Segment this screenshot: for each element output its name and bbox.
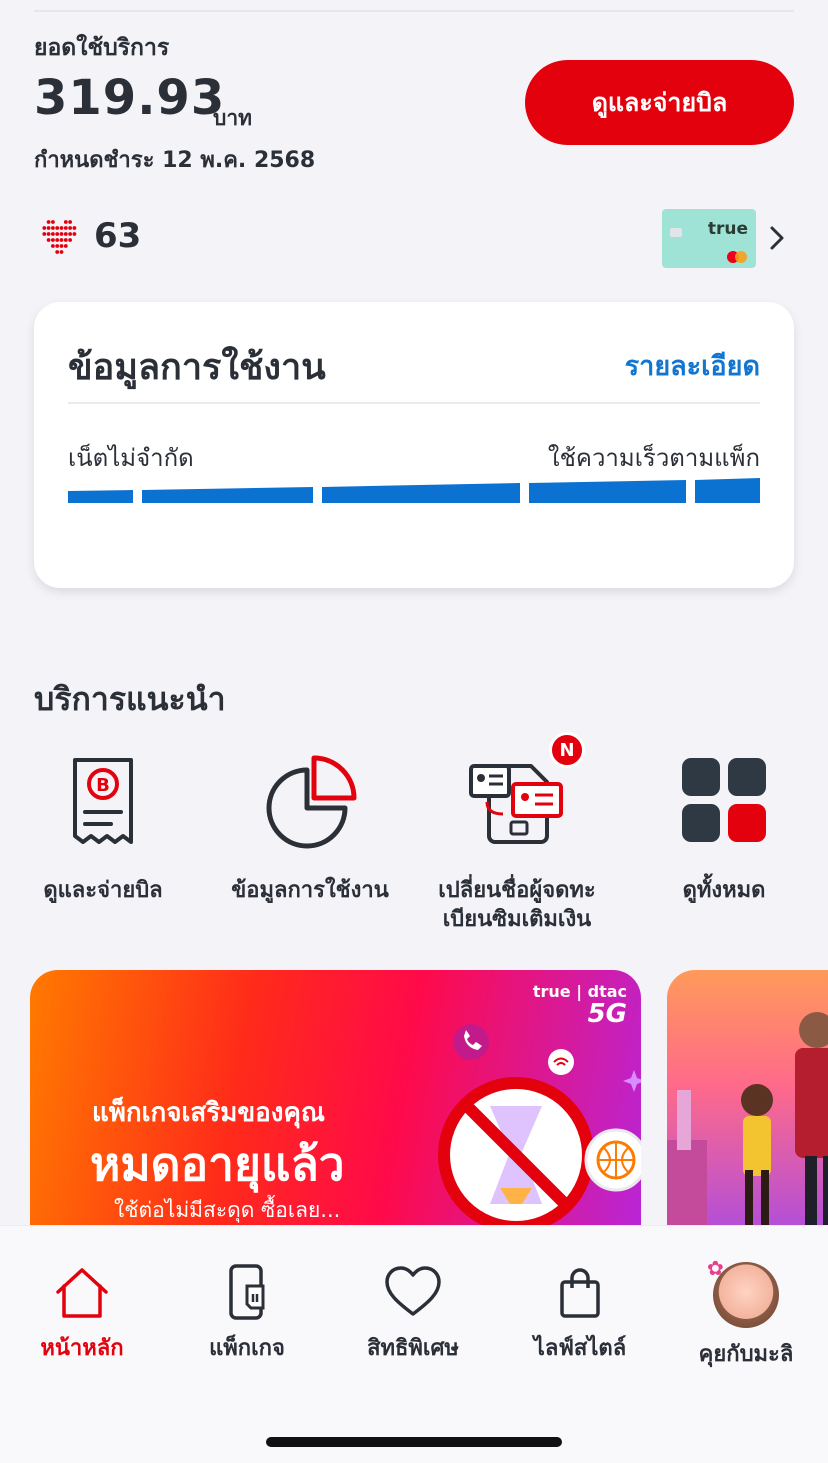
bottom-tab-bar: หน้าหลัก แพ็กเกจ สิทธิพิเศษ ไลฟ์สไตล์ ✿ … xyxy=(0,1225,828,1463)
banner-line1: แพ็กเกจเสริมของคุณ xyxy=(92,1098,325,1128)
tab-lifestyle[interactable]: ไลฟ์สไตล์ xyxy=(500,1262,660,1365)
new-badge: N xyxy=(549,732,585,768)
points-value[interactable]: 63 xyxy=(94,216,141,256)
mastercard-icon xyxy=(727,251,749,263)
bill-unit: บาท xyxy=(213,106,252,130)
service-transfer-sim-owner[interactable]: N เปลี่ยนชื่อผู้จดทะ เบียนซิมเติมเงิน xyxy=(417,732,617,934)
tab-label: สิทธิพิเศษ xyxy=(367,1336,459,1361)
tab-label: คุยกับมะลิ xyxy=(698,1342,794,1367)
promo-banner-travel[interactable] xyxy=(667,970,828,1225)
banner-subline: ใช้ต่อไม่มีสะดุด ซื้อเลย... xyxy=(114,1198,341,1222)
heart-icon xyxy=(385,1266,441,1316)
service-view-pay-bill[interactable]: B ดูและจ่ายบิล xyxy=(3,752,203,905)
usage-speed-label: ใช้ความเร็วตามแพ็ก xyxy=(547,444,760,472)
home-icon xyxy=(56,1268,108,1318)
usage-card: ข้อมูลการใช้งาน รายละเอียด เน็ตไม่จำกัด … xyxy=(34,302,794,588)
usage-detail-link[interactable]: รายละเอียด xyxy=(625,344,760,387)
service-label: ข้อมูลการใช้งาน xyxy=(231,878,389,903)
tab-label: หน้าหลัก xyxy=(40,1336,124,1361)
grid-all-icon xyxy=(682,758,766,842)
tab-label: ไลฟ์สไตล์ xyxy=(533,1336,627,1361)
tab-home[interactable]: หน้าหลัก xyxy=(2,1262,162,1365)
usage-divider xyxy=(68,402,760,404)
promo-banner-addon-expired[interactable]: true | dtac 5G แพ็กเกจเสริมของคุณ หมดอาย… xyxy=(30,970,641,1225)
service-label: เปลี่ยนชื่อผู้จดทะ เบียนซิมเติมเงิน xyxy=(438,878,596,932)
service-view-all[interactable]: ดูทั้งหมด xyxy=(624,752,824,905)
service-label: ดูและจ่ายบิล xyxy=(43,878,163,903)
usage-title: ข้อมูลการใช้งาน xyxy=(68,347,326,388)
banner-headline: หมดอายุแล้ว xyxy=(90,1137,345,1191)
transfer-sim-owner-icon xyxy=(469,764,563,844)
phone-sim-icon xyxy=(229,1264,265,1320)
usage-plan-label: เน็ตไม่จำกัด xyxy=(68,444,194,472)
chevron-right-icon[interactable] xyxy=(767,224,787,252)
usage-bar xyxy=(68,478,760,503)
credit-card-thumbnail[interactable]: true xyxy=(662,209,756,268)
usage-pie-icon xyxy=(266,755,357,849)
top-divider xyxy=(34,10,794,12)
bill-label: ยอดใช้บริการ xyxy=(34,35,170,61)
home-indicator xyxy=(266,1437,562,1447)
travel-illustration xyxy=(667,1012,828,1225)
bill-due-date: กำหนดชำระ 12 พ.ค. 2568 xyxy=(34,148,316,173)
mali-avatar-icon: ✿ xyxy=(707,1256,779,1328)
view-and-pay-bill-button[interactable]: ดูและจ่ายบิล xyxy=(525,60,794,145)
shopping-bag-icon xyxy=(560,1268,600,1318)
tab-label: แพ็กเกจ xyxy=(209,1336,285,1361)
card-chip xyxy=(670,228,682,237)
usage-bar-segments xyxy=(68,478,760,503)
card-brand: true xyxy=(707,219,748,239)
heart-points-icon[interactable] xyxy=(38,218,80,258)
tab-packages[interactable]: แพ็กเกจ xyxy=(167,1262,327,1365)
recommended-services-title: บริการแนะนำ xyxy=(34,680,226,718)
tab-chat-mali[interactable]: ✿ คุยกับมะลิ xyxy=(666,1256,826,1371)
bill-amount: 319.93 xyxy=(34,70,226,126)
service-usage-info[interactable]: ข้อมูลการใช้งาน xyxy=(210,752,410,905)
service-label: ดูทั้งหมด xyxy=(682,878,766,903)
tab-privileges[interactable]: สิทธิพิเศษ xyxy=(333,1262,493,1365)
expired-hourglass-illustration xyxy=(438,1024,641,1225)
bill-receipt-icon: B xyxy=(73,758,133,844)
svg-text:B: B xyxy=(96,775,110,796)
